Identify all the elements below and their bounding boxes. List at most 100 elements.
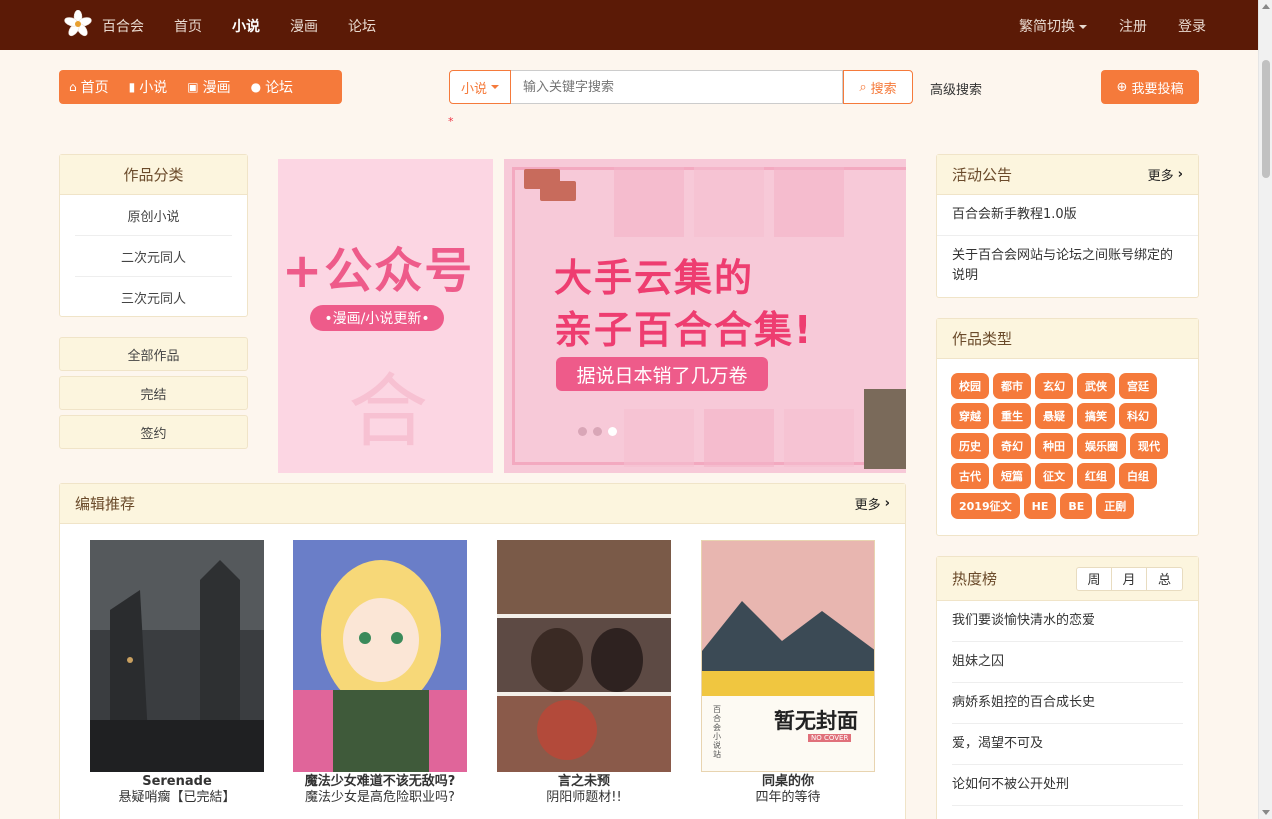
recommend-header: 编辑推荐 更多 ›: [60, 484, 905, 524]
type-tag[interactable]: 2019征文: [951, 493, 1020, 519]
type-tag[interactable]: 科幻: [1119, 403, 1157, 429]
type-tag[interactable]: 白组: [1119, 463, 1157, 489]
lang-switch-dropdown[interactable]: 繁简切换: [1019, 16, 1087, 36]
notice-panel: 活动公告 更多 › 百合会新手教程1.0版 关于百合会网站与论坛之间账号绑定的说明: [936, 154, 1199, 298]
book-subtitle: 阴阳师题材!!: [546, 790, 622, 805]
banner-carousel[interactable]: +公众号 •漫画/小说更新• 合 大手云集的 亲子百合合集! 据说日本销了几万卷: [278, 159, 906, 473]
type-tag[interactable]: 重生: [993, 403, 1031, 429]
book-cover[interactable]: [90, 540, 264, 772]
search-bar: 小说 ⌕搜索: [449, 70, 913, 104]
book-cover[interactable]: 暂无封面 NO COVER 百合会小说站: [701, 540, 875, 772]
category-title: 作品分类: [60, 155, 247, 195]
lang-switch-label: 繁简切换: [1019, 19, 1075, 35]
notice-item[interactable]: 百合会新手教程1.0版: [937, 195, 1198, 236]
search-icon: ⌕: [859, 79, 867, 95]
book-title[interactable]: 同桌的你: [701, 774, 875, 789]
search-scope-select[interactable]: 小说: [449, 70, 511, 104]
book-subtitle: 魔法少女是高危险职业吗?: [305, 790, 455, 805]
type-tag[interactable]: 种田: [1035, 433, 1073, 459]
nav-novel[interactable]: 小说: [232, 16, 260, 36]
book-cover[interactable]: [293, 540, 467, 772]
book-card[interactable]: Serenade 悬疑哨瘸【已完結】: [90, 540, 264, 807]
register-link[interactable]: 注册: [1119, 16, 1147, 36]
type-tag[interactable]: 历史: [951, 433, 989, 459]
comments-icon: ●: [250, 80, 262, 94]
quick-home-button[interactable]: ⌂ 首页: [59, 70, 119, 104]
search-button-label: 搜索: [870, 81, 897, 97]
type-tag[interactable]: 正剧: [1096, 493, 1135, 519]
hot-item[interactable]: 姐妹之囚: [952, 642, 1183, 683]
banner-slide-prev[interactable]: +公众号 •漫画/小说更新• 合: [278, 159, 493, 473]
quick-forum-label: 论坛: [265, 80, 294, 96]
book-card[interactable]: 魔法少女难道不该无敌吗? 魔法少女是高危险职业吗?: [293, 540, 467, 807]
type-tag[interactable]: 娱乐圈: [1077, 433, 1126, 459]
quick-forum-button[interactable]: ● 论坛: [241, 70, 303, 104]
nav-home[interactable]: 首页: [174, 16, 202, 36]
carousel-dot[interactable]: [578, 427, 587, 436]
home-icon: ⌂: [69, 80, 77, 94]
chevron-right-icon: ›: [1177, 167, 1183, 182]
scrollbar-thumb[interactable]: [1262, 60, 1270, 178]
type-tag[interactable]: 武侠: [1077, 373, 1115, 399]
hot-item[interactable]: 论如何不被公开处刑: [952, 765, 1183, 806]
search-button[interactable]: ⌕ 搜索: [843, 70, 913, 104]
banner-slide-current[interactable]: 大手云集的 亲子百合合集! 据说日本销了几万卷: [504, 159, 906, 473]
category-item-3d-fan[interactable]: 三次元同人: [75, 277, 232, 318]
tab-month[interactable]: 月: [1112, 567, 1147, 590]
type-tag[interactable]: 短篇: [993, 463, 1031, 489]
type-tag[interactable]: 悬疑: [1035, 403, 1073, 429]
category-item-2d-fan[interactable]: 二次元同人: [75, 236, 232, 277]
submit-work-button[interactable]: ⊕ 我要投稿: [1101, 70, 1199, 104]
brand-name[interactable]: 百合会: [102, 16, 144, 36]
tab-total[interactable]: 总: [1147, 568, 1182, 590]
type-tag[interactable]: 搞笑: [1077, 403, 1115, 429]
type-tag[interactable]: 穿越: [951, 403, 989, 429]
advanced-search-link[interactable]: 高级搜索: [930, 79, 982, 98]
quick-comic-button[interactable]: ▣ 漫画: [177, 70, 240, 104]
type-tag[interactable]: 征文: [1035, 463, 1073, 489]
carousel-dot[interactable]: [593, 427, 602, 436]
nav-forum[interactable]: 论坛: [348, 16, 376, 36]
tab-week[interactable]: 周: [1077, 567, 1112, 590]
hot-item[interactable]: 病娇系姐控的百合成长史: [952, 683, 1183, 724]
type-tag[interactable]: 玄幻: [1035, 373, 1073, 399]
page-scrollbar[interactable]: [1258, 0, 1272, 819]
type-tag[interactable]: 古代: [951, 463, 989, 489]
type-tag[interactable]: 都市: [993, 373, 1031, 399]
book-title[interactable]: 言之未预: [497, 774, 671, 789]
filter-signed-button[interactable]: 签约: [59, 415, 248, 449]
lily-logo-icon[interactable]: [64, 10, 92, 38]
scroll-down-icon[interactable]: [1262, 810, 1270, 815]
category-item-original[interactable]: 原创小说: [75, 195, 232, 236]
nav-comic[interactable]: 漫画: [290, 16, 318, 36]
type-tag[interactable]: HE: [1023, 493, 1057, 519]
quick-nav-group: ⌂ 首页 ▮ 小说 ▣ 漫画 ● 论坛: [59, 70, 342, 104]
scroll-up-icon[interactable]: [1262, 4, 1270, 9]
type-tag[interactable]: 宫廷: [1119, 373, 1157, 399]
hot-item[interactable]: 我们要谈愉快清水的恋爱: [952, 601, 1183, 642]
filter-all-button[interactable]: 全部作品: [59, 337, 248, 371]
petal-decoration: 合: [348, 365, 428, 458]
notice-more-link[interactable]: 更多 ›: [1148, 165, 1183, 184]
quick-novel-button[interactable]: ▮ 小说: [119, 70, 178, 104]
book-card[interactable]: 言之未预 阴阳师题材!!: [497, 540, 671, 807]
hot-item[interactable]: 爱，渴望不可及: [952, 724, 1183, 765]
notice-item[interactable]: 关于百合会网站与论坛之间账号绑定的说明: [937, 236, 1198, 296]
search-input[interactable]: [511, 70, 843, 104]
filter-finished-button[interactable]: 完结: [59, 376, 248, 410]
recommend-more-link[interactable]: 更多 ›: [855, 494, 890, 513]
book-cover[interactable]: [497, 540, 671, 772]
svg-text:合: 合: [348, 365, 428, 458]
book-card[interactable]: 暂无封面 NO COVER 百合会小说站 同桌的你 四年的等待: [701, 540, 875, 807]
carousel-dot-active[interactable]: [608, 427, 617, 436]
type-tag[interactable]: BE: [1060, 493, 1093, 519]
book-title[interactable]: 魔法少女难道不该无敌吗?: [293, 774, 467, 789]
type-tag[interactable]: 奇幻: [993, 433, 1031, 459]
login-link[interactable]: 登录: [1178, 16, 1206, 36]
type-tag[interactable]: 现代: [1130, 433, 1168, 459]
quick-novel-label: 小说: [139, 80, 168, 96]
type-tag[interactable]: 校园: [951, 373, 989, 399]
type-tag[interactable]: 红组: [1077, 463, 1115, 489]
book-title[interactable]: Serenade: [90, 774, 264, 789]
carousel-indicators: [578, 427, 617, 436]
